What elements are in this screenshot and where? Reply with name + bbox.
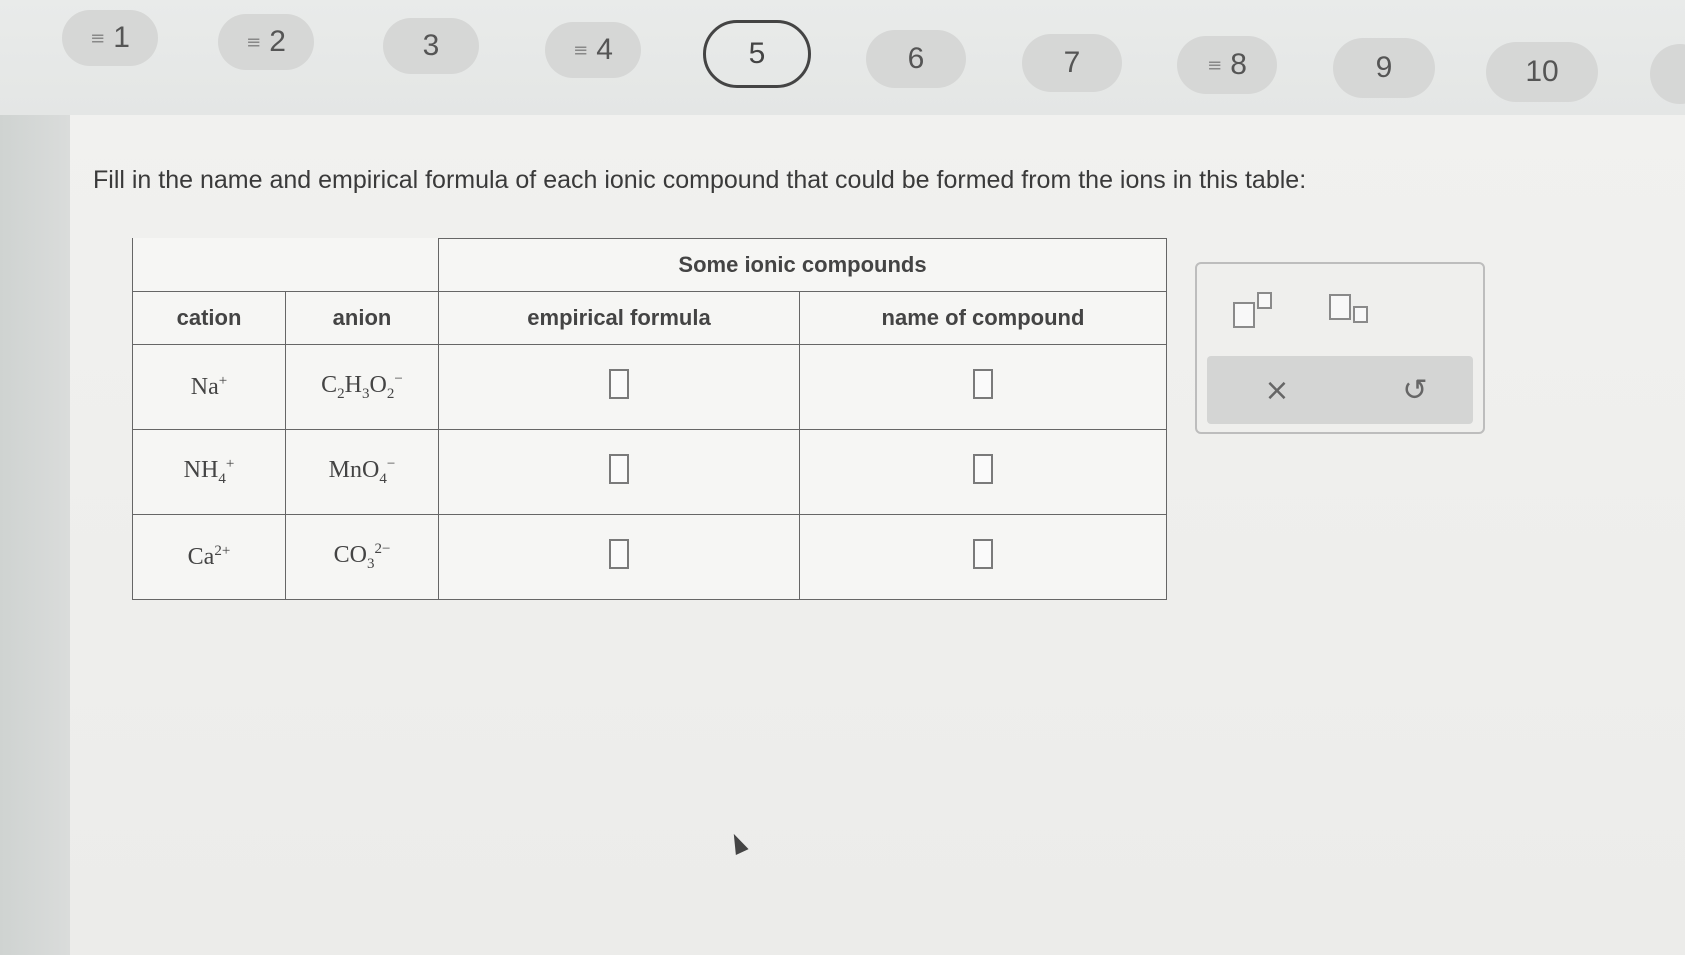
undo-button[interactable]: ↺ [1385,368,1445,412]
nav-question-1[interactable]: ≡ 1 [62,10,158,66]
nav-question-number: 5 [748,37,766,70]
cation-cell: Ca2+ [132,514,286,600]
subscript-button[interactable] [1329,288,1379,328]
table-row: Ca2+ CO32− [132,514,1167,600]
superscript-button[interactable] [1233,288,1283,328]
subscript-icon [1329,294,1351,320]
nav-question-9[interactable]: 9 [1333,38,1435,98]
superscript-icon-small [1257,292,1272,309]
table-row: Na+ C2H3O2− [132,344,1167,430]
nav-question-number: 6 [907,42,925,75]
name-cell [799,344,1167,430]
cation-ion: Ca2+ [187,543,231,570]
empirical-formula-input[interactable] [609,538,629,569]
nav-question-number: 9 [1375,51,1393,84]
flag-icon: ≡ [90,27,106,49]
table-row: NH4+ MnO4− [132,429,1167,515]
cation-ion: Na+ [190,373,228,400]
nav-question-more[interactable] [1650,44,1685,104]
compound-name-input[interactable] [973,538,993,569]
empirical-formula-input[interactable] [609,368,629,399]
cation-cell: NH4+ [132,429,286,515]
formula-cell [438,514,800,600]
table-spacer [132,238,439,292]
nav-question-number: 2 [269,25,286,58]
cation-cell: Na+ [132,344,286,430]
nav-question-number: 4 [596,33,613,66]
anion-cell: MnO4− [285,429,439,515]
subscript-icon-small [1353,306,1368,323]
clear-button[interactable]: × [1247,368,1307,412]
nav-question-2[interactable]: ≡ 2 [218,14,314,70]
palette-actions: × ↺ [1207,356,1473,424]
empirical-formula-input[interactable] [609,453,629,484]
nav-question-3[interactable]: 3 [383,18,479,74]
header-cation: cation [132,291,286,345]
nav-question-7[interactable]: 7 [1022,34,1122,92]
nav-question-6[interactable]: 6 [866,30,966,88]
name-cell [799,514,1167,600]
flag-icon: ≡ [246,31,262,53]
formula-cell [438,429,800,515]
anion-ion: MnO4− [328,456,396,487]
header-name-of-compound: name of compound [799,291,1167,345]
left-edge [0,0,70,955]
nav-question-5[interactable]: 5 [703,20,811,88]
ionic-compounds-table: Some ionic compounds cation anion empiri… [132,238,1167,600]
superscript-icon [1233,302,1255,328]
header-anion: anion [285,291,439,345]
anion-ion: C2H3O2− [321,371,403,402]
compound-name-input[interactable] [973,368,993,399]
nav-question-number: 3 [422,29,440,62]
table-caption: Some ionic compounds [438,238,1167,292]
question-prompt: Fill in the name and empirical formula o… [93,166,1307,194]
compound-name-input[interactable] [973,453,993,484]
nav-question-8[interactable]: ≡ 8 [1177,36,1277,94]
anion-ion: CO32− [333,541,391,572]
question-nav-bar: ≡ 1 ≡ 2 3 ≡ 4 5 6 7 ≡ 8 9 10 [0,0,1685,115]
nav-question-4[interactable]: ≡ 4 [545,22,641,78]
flag-icon: ≡ [573,39,589,61]
nav-question-number: 1 [113,21,130,54]
nav-question-number: 7 [1063,46,1081,79]
formula-cell [438,344,800,430]
nav-question-10[interactable]: 10 [1486,42,1598,102]
anion-cell: CO32− [285,514,439,600]
cation-ion: NH4+ [183,456,235,487]
nav-question-number: 10 [1525,55,1559,88]
math-palette: × ↺ [1195,262,1485,434]
nav-question-number: 8 [1230,48,1247,81]
anion-cell: C2H3O2− [285,344,439,430]
header-empirical-formula: empirical formula [438,291,800,345]
flag-icon: ≡ [1207,54,1223,76]
name-cell [799,429,1167,515]
